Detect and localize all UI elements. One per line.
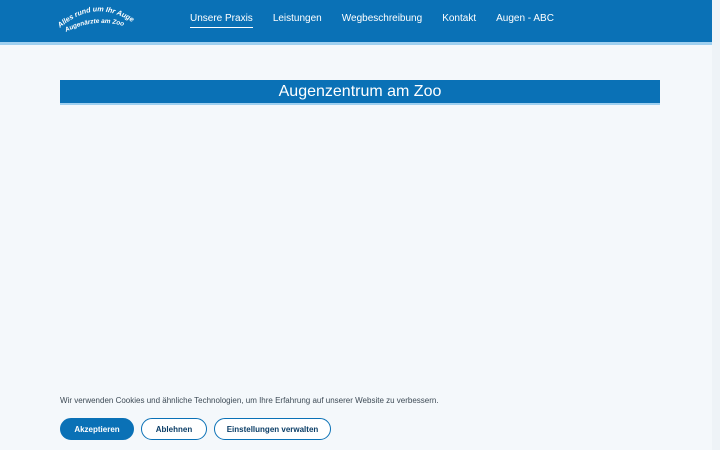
cookie-settings-button[interactable]: Einstellungen verwalten (214, 418, 331, 440)
nav-item-kontakt[interactable]: Kontakt (442, 13, 476, 28)
nav-item-unsere-praxis[interactable]: Unsere Praxis (190, 13, 253, 28)
decline-cookies-button[interactable]: Ablehnen (141, 418, 207, 440)
site-logo[interactable]: Alles rund um Ihr Auge Augenärzte am Zoo (54, 2, 136, 38)
nav-item-wegbeschreibung[interactable]: Wegbeschreibung (342, 13, 422, 28)
nav-item-leistungen[interactable]: Leistungen (273, 13, 322, 28)
accept-cookies-button[interactable]: Akzeptieren (60, 418, 134, 440)
page-title: Augenzentrum am Zoo (278, 82, 442, 100)
cookie-banner-text: Wir verwenden Cookies und ähnliche Techn… (60, 396, 439, 405)
site-header: Alles rund um Ihr Auge Augenärzte am Zoo… (0, 0, 712, 45)
page-title-bar: Augenzentrum am Zoo (60, 80, 660, 105)
main-nav: Unsere Praxis Leistungen Wegbeschreibung… (190, 13, 554, 28)
nav-item-augen-abc[interactable]: Augen - ABC (496, 13, 554, 28)
page-scrollbar[interactable] (712, 0, 720, 450)
